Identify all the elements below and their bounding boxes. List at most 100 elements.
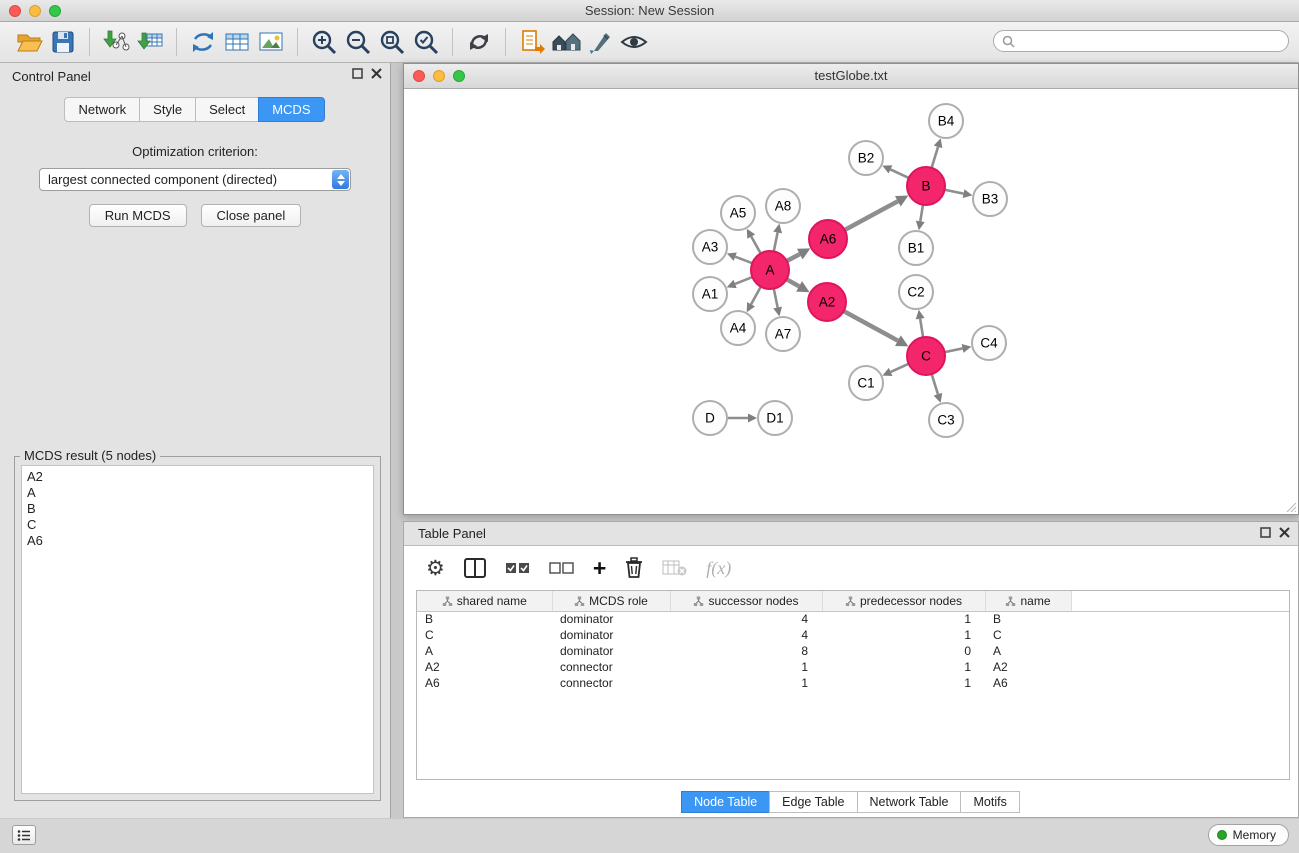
graph-node-D[interactable]: D [693, 401, 727, 435]
graph-node-C[interactable]: C [907, 337, 945, 375]
tab-style[interactable]: Style [139, 97, 196, 122]
network-canvas[interactable]: B4B2BB3A5A8A6A3B1AC2A1A2A4A7C4CC1DD1C3 [404, 89, 1298, 514]
graph-node-B[interactable]: B [907, 167, 945, 205]
graph-edge[interactable] [890, 169, 908, 178]
tab-node-table[interactable]: Node Table [681, 791, 770, 813]
table-cell[interactable]: 1 [822, 659, 985, 675]
table-cell[interactable]: 1 [822, 675, 985, 691]
graph-node-A3[interactable]: A3 [693, 230, 727, 264]
table-cell[interactable]: B [985, 611, 1071, 627]
table-cell[interactable]: A [417, 643, 552, 659]
graph-edge[interactable] [920, 205, 923, 222]
tab-mcds[interactable]: MCDS [258, 97, 324, 122]
table-cell[interactable]: 1 [670, 659, 822, 675]
eye-icon[interactable] [617, 26, 651, 58]
result-list-item[interactable]: A [27, 485, 368, 501]
table-cell[interactable]: dominator [552, 643, 670, 659]
zoom-in-icon[interactable] [307, 26, 341, 58]
graph-edge[interactable] [945, 348, 963, 352]
graph-node-A4[interactable]: A4 [721, 311, 755, 345]
graph-edge[interactable] [751, 237, 760, 254]
delete-table-icon[interactable] [662, 553, 688, 583]
graph-node-A8[interactable]: A8 [766, 189, 800, 223]
export-image-icon[interactable] [254, 26, 288, 58]
zoom-selected-icon[interactable] [409, 26, 443, 58]
column-layout-icon[interactable] [463, 553, 487, 583]
result-list-item[interactable]: A2 [27, 469, 368, 485]
graph-edge[interactable] [735, 257, 752, 264]
table-row[interactable]: A6connector11A6 [417, 675, 1289, 691]
memory-button[interactable]: Memory [1208, 824, 1289, 846]
table-cell[interactable]: dominator [552, 611, 670, 627]
tab-select[interactable]: Select [195, 97, 259, 122]
graph-edge[interactable] [932, 374, 938, 394]
first-neighbors-icon[interactable] [515, 26, 549, 58]
tab-network-table[interactable]: Network Table [857, 791, 962, 813]
result-list-item[interactable]: B [27, 501, 368, 517]
close-panel-icon[interactable] [371, 68, 382, 79]
graph-edge[interactable] [751, 287, 761, 305]
search-input[interactable] [1020, 34, 1280, 48]
zoom-out-icon[interactable] [341, 26, 375, 58]
table-cell[interactable]: 1 [822, 611, 985, 627]
new-table-icon[interactable] [220, 26, 254, 58]
graph-edge[interactable] [945, 190, 964, 194]
style-brush-icon[interactable] [583, 26, 617, 58]
graph-node-C1[interactable]: C1 [849, 366, 883, 400]
table-cell[interactable]: A6 [985, 675, 1071, 691]
table-cell[interactable]: 4 [670, 611, 822, 627]
graph-edge[interactable] [774, 289, 778, 308]
task-history-button[interactable] [12, 825, 36, 845]
graph-node-C3[interactable]: C3 [929, 403, 963, 437]
import-network-icon[interactable] [99, 26, 133, 58]
graph-node-B3[interactable]: B3 [973, 182, 1007, 216]
table-cell[interactable]: A2 [417, 659, 552, 675]
graph-edge[interactable] [787, 254, 800, 261]
add-column-icon[interactable]: + [593, 553, 606, 583]
table-settings-gear-icon[interactable]: ⚙ [426, 553, 445, 583]
graph-edge[interactable] [787, 279, 800, 286]
network-window-titlebar[interactable]: testGlobe.txt [404, 64, 1298, 89]
graph-node-B2[interactable]: B2 [849, 141, 883, 175]
table-cell[interactable]: 4 [670, 627, 822, 643]
result-list-item[interactable]: C [27, 517, 368, 533]
mcds-result-list[interactable]: A2ABCA6 [21, 465, 374, 794]
home-icon[interactable] [549, 26, 583, 58]
table-row[interactable]: Bdominator41B [417, 611, 1289, 627]
result-list-item[interactable]: A6 [27, 533, 368, 549]
table-row[interactable]: Cdominator41C [417, 627, 1289, 643]
table-cell[interactable]: B [417, 611, 552, 627]
close-panel-button[interactable]: Close panel [201, 204, 302, 227]
refresh-icon[interactable] [462, 26, 496, 58]
open-icon[interactable] [12, 26, 46, 58]
table-cell[interactable]: A6 [417, 675, 552, 691]
table-row[interactable]: Adominator80A [417, 643, 1289, 659]
graph-node-A7[interactable]: A7 [766, 317, 800, 351]
resize-handle-icon[interactable] [1283, 499, 1297, 513]
tab-network[interactable]: Network [64, 97, 140, 122]
column-header[interactable]: name [985, 591, 1071, 611]
table-cell[interactable]: dominator [552, 627, 670, 643]
delete-column-icon[interactable] [624, 553, 644, 583]
table-cell[interactable]: 0 [822, 643, 985, 659]
column-header[interactable]: MCDS role [552, 591, 670, 611]
network-arrows-icon[interactable] [186, 26, 220, 58]
table-cell[interactable]: C [417, 627, 552, 643]
select-all-columns-icon[interactable] [505, 553, 531, 583]
import-table-icon[interactable] [133, 26, 167, 58]
table-cell[interactable]: connector [552, 659, 670, 675]
graph-node-A[interactable]: A [751, 251, 789, 289]
graph-node-B1[interactable]: B1 [899, 231, 933, 265]
table-cell[interactable]: connector [552, 675, 670, 691]
graph-edge[interactable] [774, 232, 778, 251]
table-cell[interactable]: 8 [670, 643, 822, 659]
column-header[interactable]: predecessor nodes [822, 591, 985, 611]
function-builder-icon[interactable]: f(x) [706, 553, 731, 583]
tab-motifs[interactable]: Motifs [960, 791, 1019, 813]
graph-node-D1[interactable]: D1 [758, 401, 792, 435]
graph-edge[interactable] [932, 147, 938, 168]
zoom-fit-icon[interactable] [375, 26, 409, 58]
float-table-panel-icon[interactable] [1260, 527, 1271, 538]
network-graph[interactable]: B4B2BB3A5A8A6A3B1AC2A1A2A4A7C4CC1DD1C3 [404, 89, 1298, 514]
run-mcds-button[interactable]: Run MCDS [89, 204, 187, 227]
